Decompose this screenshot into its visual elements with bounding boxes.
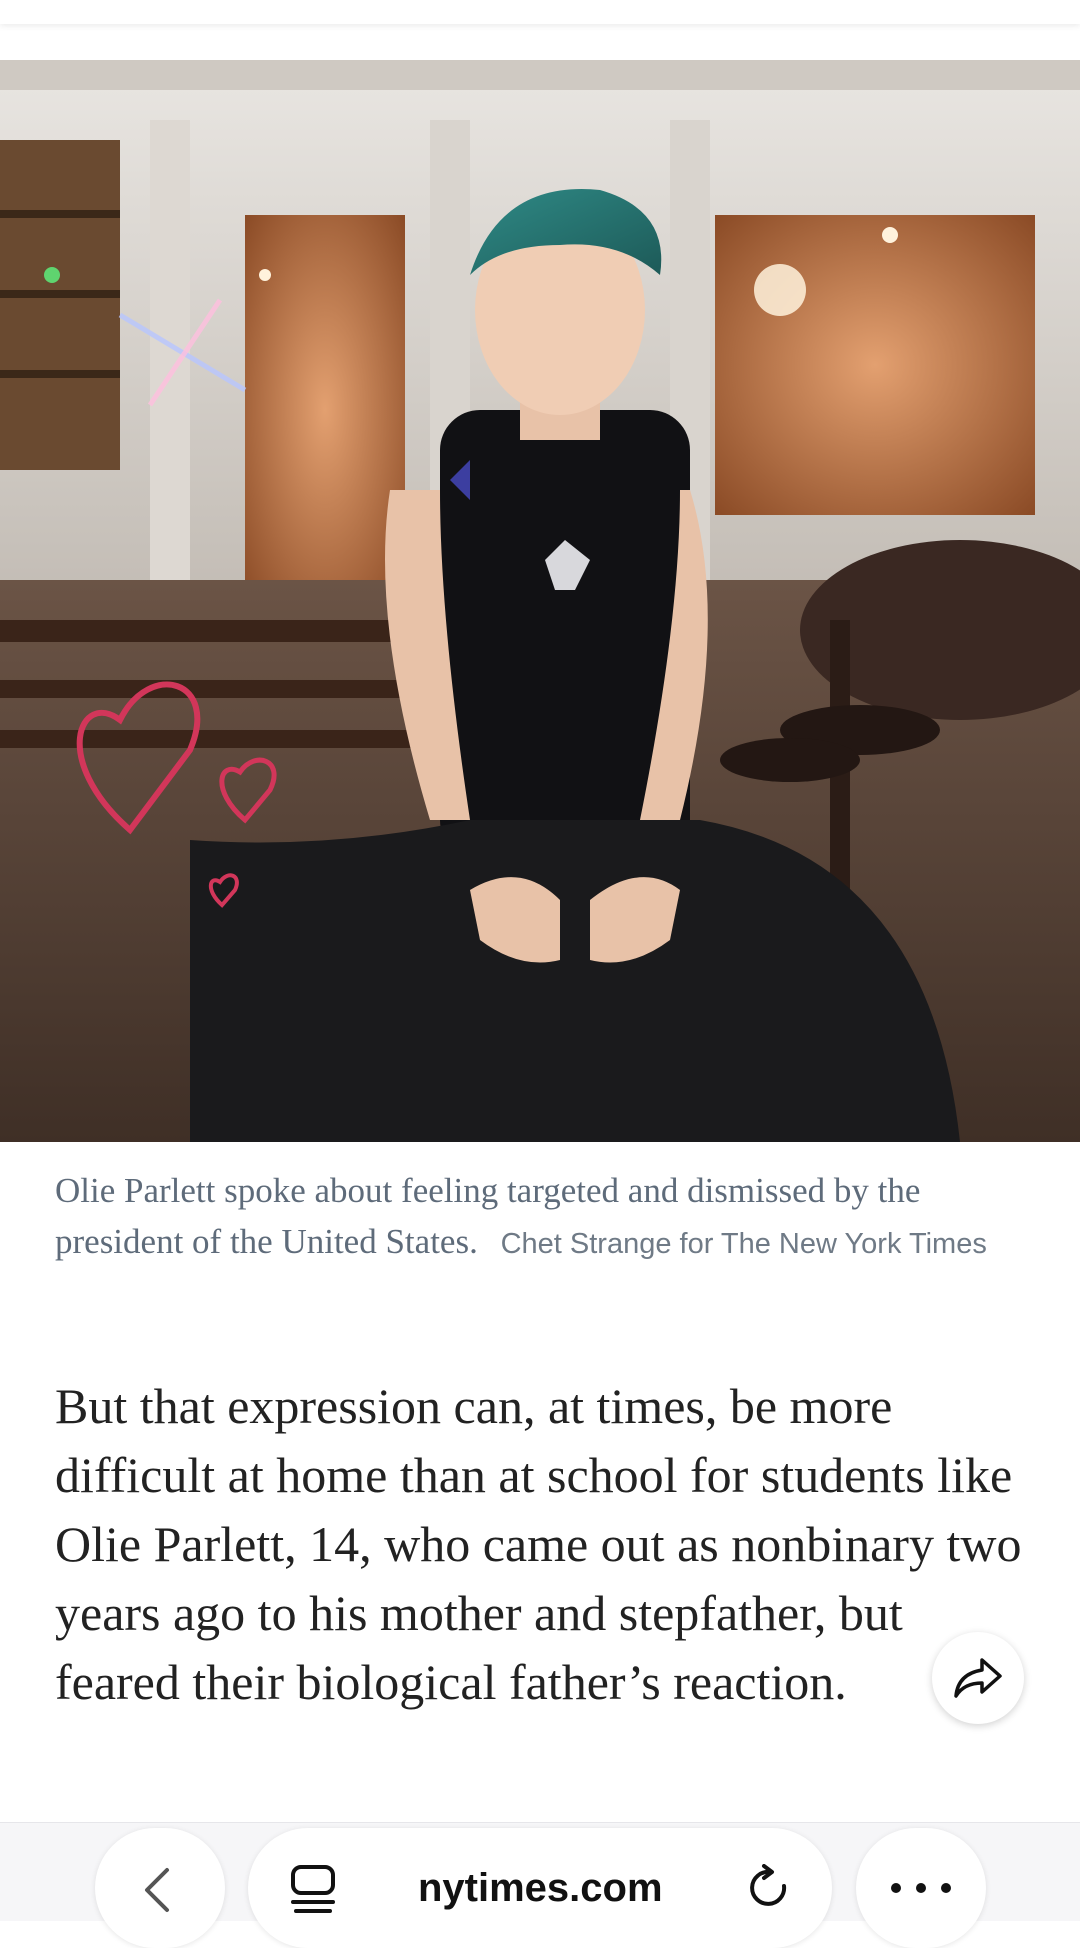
- more-icon: [891, 1883, 951, 1893]
- photo-credit: Chet Strange for The New York Times: [500, 1228, 987, 1260]
- chevron-left-icon: [145, 1868, 169, 1912]
- reload-icon[interactable]: [748, 1864, 794, 1914]
- back-button[interactable]: [95, 1828, 225, 1948]
- tabs-icon[interactable]: [290, 1864, 336, 1914]
- share-button[interactable]: [932, 1632, 1024, 1724]
- article-photo: [0, 60, 1080, 1142]
- article-paragraph: But that expression can, at times, be mo…: [55, 1378, 1022, 1710]
- more-button[interactable]: [856, 1828, 986, 1948]
- share-icon: [954, 1658, 1002, 1698]
- photo-illustration: [0, 60, 1080, 1142]
- top-strip: [0, 0, 1080, 24]
- photo-caption: Olie Parlett spoke about feeling targete…: [55, 1165, 1025, 1270]
- url-text[interactable]: nytimes.com: [418, 1866, 668, 1911]
